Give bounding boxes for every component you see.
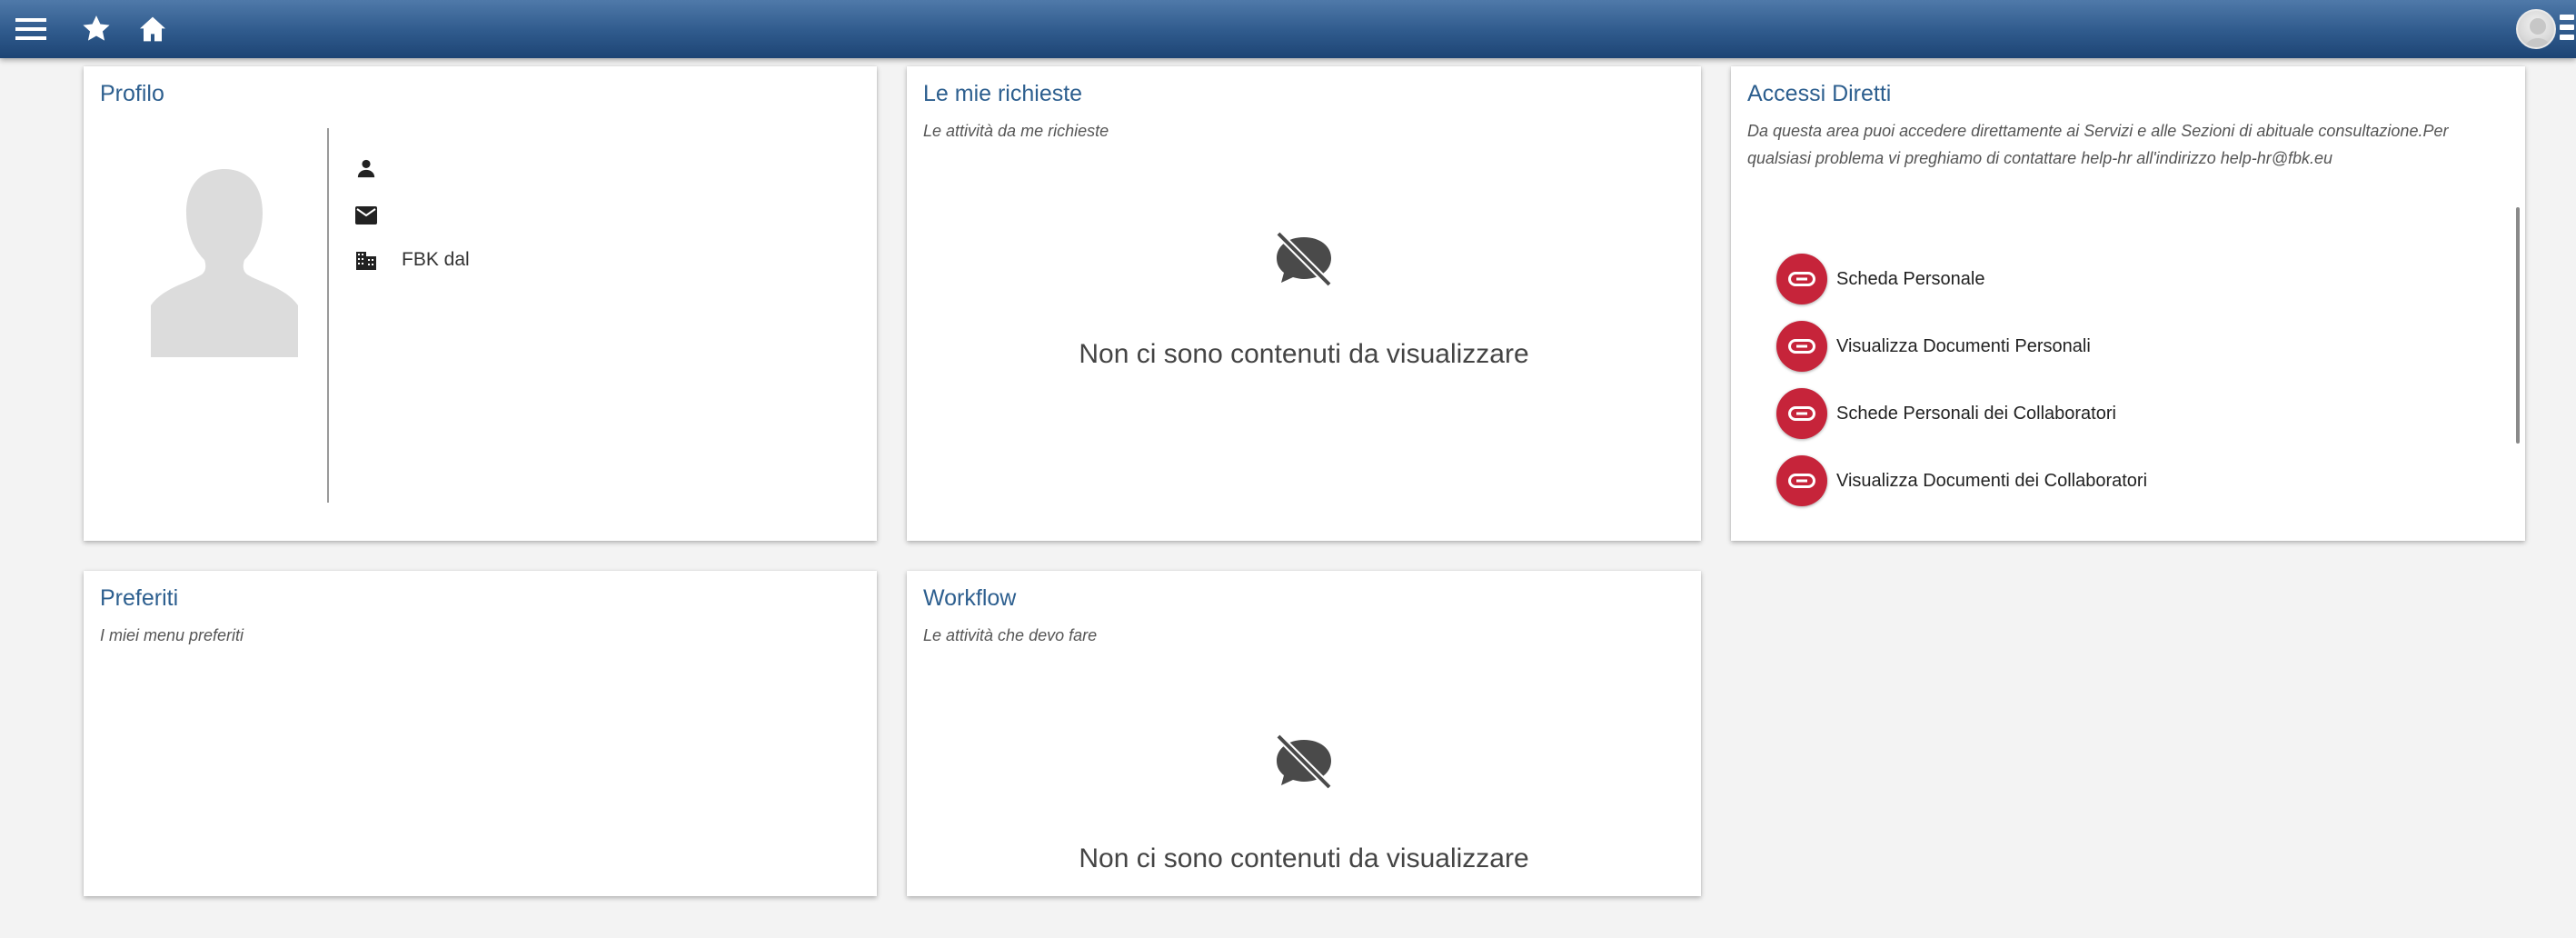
email-icon [353, 202, 380, 229]
link-icon[interactable] [1776, 455, 1827, 506]
favorites-card: Preferiti I miei menu preferiti [84, 571, 877, 896]
scrollbar[interactable] [2516, 207, 2520, 444]
no-content-icon [1271, 230, 1337, 288]
card-subtitle: Le attività che devo fare [923, 626, 1098, 644]
user-avatar-icon[interactable] [2516, 9, 2556, 49]
access-link-label[interactable]: Visualizza Documenti Personali [1836, 336, 2091, 357]
direct-access-card: Accessi Diretti Da questa area puoi acce… [1731, 66, 2525, 541]
card-title: Le mie richieste [923, 81, 1083, 106]
link-icon[interactable] [1776, 254, 1827, 304]
access-link-documenti-collaboratori[interactable]: Visualizza Documenti dei Collaboratori [1776, 455, 2147, 506]
card-title: Workflow [923, 585, 1017, 611]
access-link-label[interactable]: Scheda Personale [1836, 269, 1984, 290]
hamburger-menu-icon[interactable] [13, 11, 49, 47]
profile-row-name [353, 152, 402, 185]
person-icon [353, 155, 380, 182]
building-icon [353, 246, 380, 274]
profile-card: Profilo FBK dal [84, 66, 877, 541]
empty-state-text: Non ci sono contenuti da visualizzare [1079, 843, 1529, 873]
top-navigation-bar [0, 0, 2576, 58]
profile-divider [327, 128, 329, 503]
access-link-label[interactable]: Schede Personali dei Collaboratori [1836, 404, 2116, 424]
card-title: Accessi Diretti [1747, 81, 1892, 106]
card-subtitle: I miei menu preferiti [100, 626, 244, 644]
empty-state-text: Non ci sono contenuti da visualizzare [1079, 339, 1529, 369]
profile-company-text: FBK dal [402, 249, 470, 270]
more-options-icon[interactable] [2560, 15, 2576, 44]
no-content-icon [1271, 733, 1337, 791]
card-title: Profilo [100, 81, 164, 106]
card-title: Preferiti [100, 585, 179, 611]
access-link-schede-collaboratori[interactable]: Schede Personali dei Collaboratori [1776, 388, 2116, 439]
workflow-card: Workflow Le attività che devo fare Non c… [907, 571, 1701, 896]
access-link-label[interactable]: Visualizza Documenti dei Collaboratori [1836, 471, 2147, 492]
card-subtitle: Le attività da me richieste [923, 122, 1109, 140]
link-icon[interactable] [1776, 388, 1827, 439]
star-icon[interactable] [78, 11, 114, 47]
home-icon[interactable] [134, 11, 171, 47]
access-link-documenti-personali[interactable]: Visualizza Documenti Personali [1776, 321, 2091, 372]
card-subtitle: Da questa area puoi accedere direttament… [1747, 122, 2449, 167]
profile-avatar-placeholder-icon [147, 153, 302, 357]
my-requests-card: Le mie richieste Le attività da me richi… [907, 66, 1701, 541]
profile-row-company: FBK dal [353, 244, 470, 276]
link-icon[interactable] [1776, 321, 1827, 372]
access-link-scheda-personale[interactable]: Scheda Personale [1776, 254, 1984, 304]
profile-row-email [353, 199, 402, 232]
